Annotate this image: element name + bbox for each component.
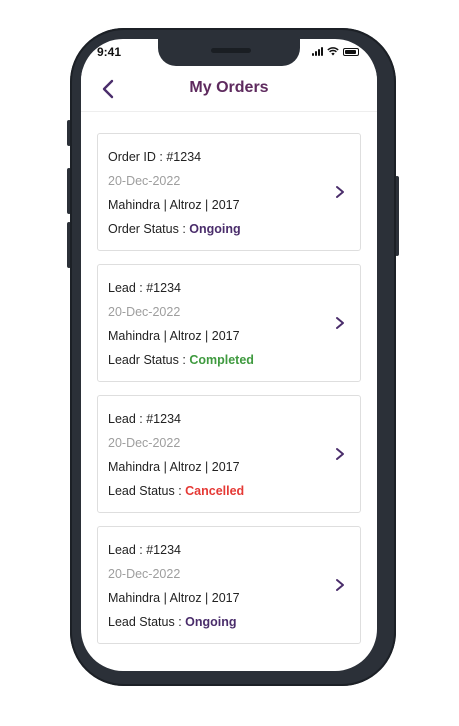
page-title: My Orders [189, 79, 269, 96]
battery-icon [343, 47, 359, 56]
app-header: My Orders [81, 69, 377, 112]
lead-vehicle: Mahindra | Altroz | 2017 [108, 329, 240, 343]
lead-status: Lead Status : Ongoing [108, 615, 237, 629]
lead-status-label: Lead Status : [108, 484, 186, 498]
order-status-value: Ongoing [189, 222, 241, 236]
order-card[interactable]: Order ID : #1234 20-Dec-2022 Mahindra | … [97, 133, 361, 251]
lead-status-value: Completed [189, 353, 254, 367]
lead-status-label: Lead Status : [108, 615, 186, 629]
phone-notch [158, 39, 300, 66]
order-status: Order Status : Ongoing [108, 222, 241, 236]
speaker-grille [211, 48, 251, 53]
lead-card[interactable]: Lead : #1234 20-Dec-2022 Mahindra | Altr… [97, 526, 361, 644]
order-id: Order ID : #1234 [108, 150, 201, 164]
chevron-right-icon [336, 186, 344, 198]
lead-id-label: Lead : [108, 412, 147, 426]
lead-id-label: Lead : [108, 281, 147, 295]
lead-status: Lead Status : Cancelled [108, 484, 244, 498]
order-vehicle: Mahindra | Altroz | 2017 [108, 198, 240, 212]
lead-card[interactable]: Lead : #1234 20-Dec-2022 Mahindra | Altr… [97, 395, 361, 513]
chevron-right-icon [336, 317, 344, 329]
order-status-label: Order Status : [108, 222, 190, 236]
lead-id: Lead : #1234 [108, 543, 181, 557]
lead-status-value: Cancelled [185, 484, 245, 498]
order-id-label: Order ID : [108, 150, 167, 164]
lead-card[interactable]: Lead : #1234 20-Dec-2022 Mahindra | Altr… [97, 264, 361, 382]
lead-status-value: Ongoing [185, 615, 237, 629]
lead-id-label: Lead : [108, 543, 147, 557]
lead-status-label: Leadr Status : [108, 353, 190, 367]
phone-screen: 9:41 My Orders Order ID : #1234 20-Dec-2… [81, 39, 377, 671]
lead-id: Lead : #1234 [108, 412, 181, 426]
chevron-right-icon [336, 448, 344, 460]
order-date: 20-Dec-2022 [108, 174, 181, 188]
status-bar-time: 9:41 [97, 45, 122, 59]
lead-id: Lead : #1234 [108, 281, 181, 295]
orders-list: Order ID : #1234 20-Dec-2022 Mahindra | … [97, 133, 361, 657]
order-id-value: #1234 [166, 150, 202, 164]
lead-vehicle: Mahindra | Altroz | 2017 [108, 460, 240, 474]
lead-date: 20-Dec-2022 [108, 305, 181, 319]
lead-vehicle: Mahindra | Altroz | 2017 [108, 591, 240, 605]
lead-id-value: #1234 [146, 281, 181, 295]
lead-id-value: #1234 [146, 543, 181, 557]
signal-icon [312, 47, 323, 56]
lead-id-value: #1234 [146, 412, 181, 426]
lead-status: Leadr Status : Completed [108, 353, 254, 367]
status-bar-icons [312, 47, 359, 56]
chevron-right-icon [336, 579, 344, 591]
wifi-icon [327, 47, 339, 56]
lead-date: 20-Dec-2022 [108, 567, 181, 581]
lead-date: 20-Dec-2022 [108, 436, 181, 450]
